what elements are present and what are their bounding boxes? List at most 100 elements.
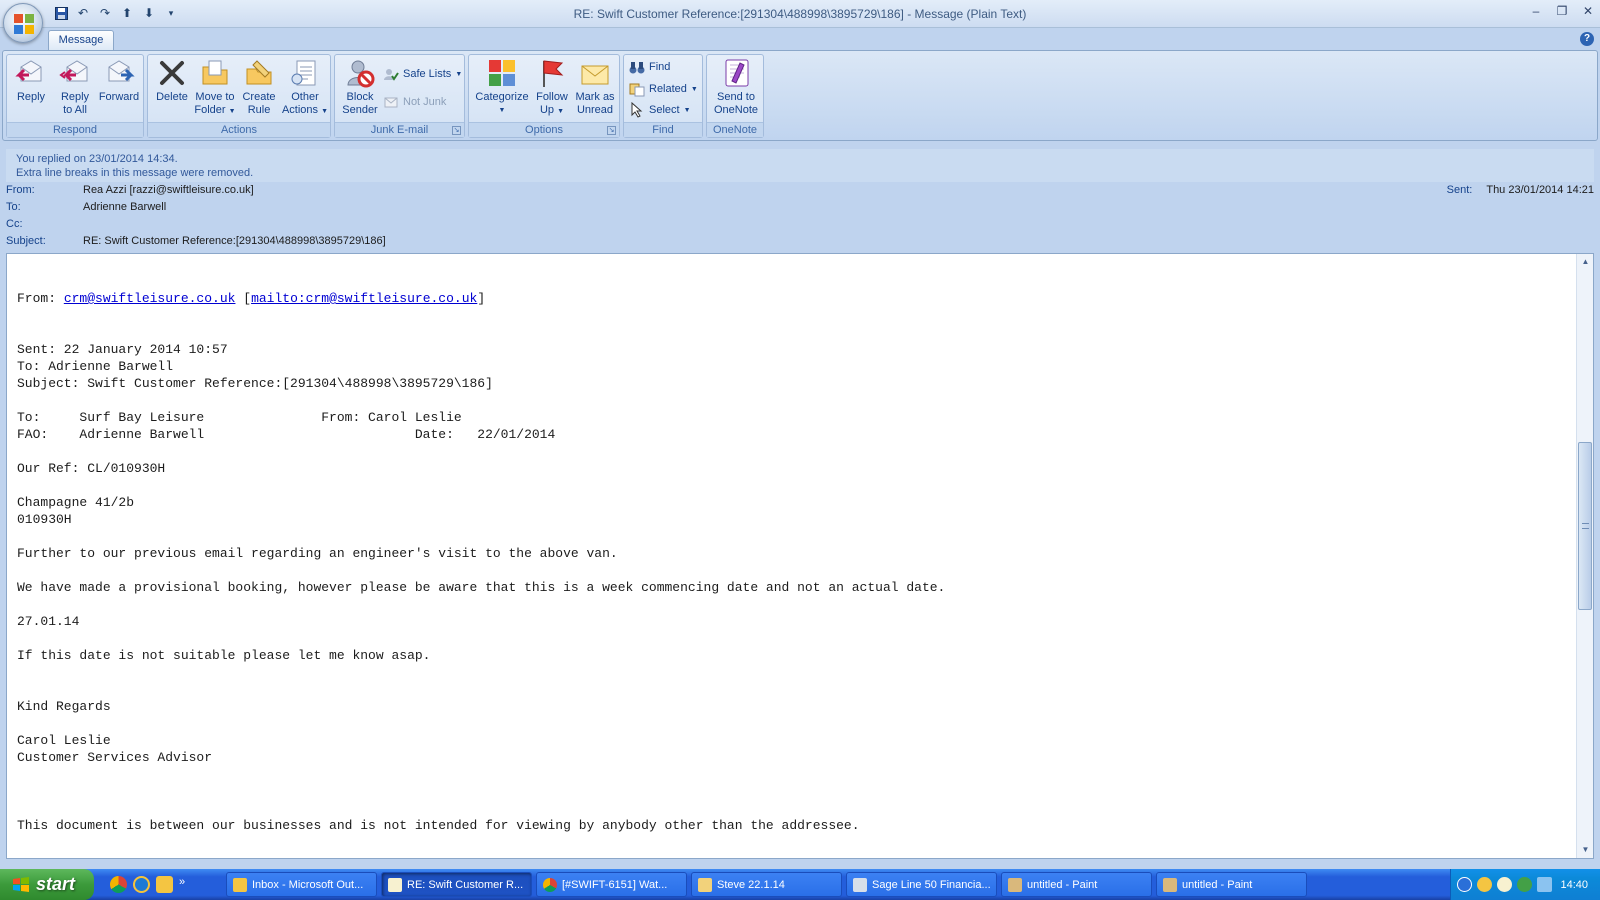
info-replied: You replied on 23/01/2014 14:34. xyxy=(16,153,178,165)
system-tray: 14:40 xyxy=(1450,869,1600,900)
clock[interactable]: 14:40 xyxy=(1560,879,1588,891)
group-options: Categorize ▼ Follow Up ▼ Mark as Unread … xyxy=(468,54,620,138)
mail-tray-icon[interactable] xyxy=(1497,877,1512,892)
message-body[interactable]: From: crm@swiftleisure.co.uk [mailto:crm… xyxy=(6,253,1594,859)
create-rule-button[interactable]: Create Rule xyxy=(237,57,281,121)
folder-icon xyxy=(698,877,712,892)
cc-label: Cc: xyxy=(6,218,23,230)
not-junk-button[interactable]: Not Junk xyxy=(383,93,446,111)
body-line: To: Adrienne Barwell xyxy=(17,359,174,374)
chrome-icon[interactable] xyxy=(110,876,127,893)
ie-icon[interactable] xyxy=(133,876,150,893)
body-line xyxy=(17,681,1567,698)
related-button[interactable]: Related ▼ xyxy=(629,80,698,98)
paint-icon xyxy=(1008,877,1022,892)
tray-expand-icon[interactable] xyxy=(1457,877,1472,892)
info-bar[interactable]: You replied on 23/01/2014 14:34. Extra l… xyxy=(6,149,1594,182)
taskbar-item[interactable]: untitled - Paint xyxy=(1156,872,1307,897)
send-to-onenote-button[interactable]: Send to OneNote xyxy=(709,57,763,121)
categorize-icon xyxy=(489,60,515,86)
email-link[interactable]: crm@swiftleisure.co.uk xyxy=(64,291,236,306)
reply-all-icon xyxy=(59,60,88,82)
delete-button[interactable]: Delete xyxy=(151,57,193,121)
body-line: To: Surf Bay Leisure From: Carol Leslie xyxy=(17,410,462,425)
create-rule-icon xyxy=(246,60,272,85)
chrome-icon xyxy=(543,877,557,892)
options-dialog-launcher-icon[interactable]: ↘ xyxy=(607,126,616,135)
related-icon xyxy=(629,83,645,97)
group-find: Find Related ▼ Select ▼ Find xyxy=(623,54,703,138)
sent-value: Thu 23/01/2014 14:21 xyxy=(1486,184,1594,196)
subject-label: Subject: xyxy=(6,235,46,247)
outlook-tray-icon[interactable] xyxy=(1477,877,1492,892)
body-from-line: From: crm@swiftleisure.co.uk [mailto:crm… xyxy=(17,291,486,306)
reply-all-button[interactable]: Reply to All xyxy=(53,57,97,121)
from-value[interactable]: Rea Azzi [razzi@swiftleisure.co.uk] xyxy=(83,184,254,201)
body-line xyxy=(17,664,1567,681)
body-line xyxy=(17,562,1567,579)
taskbar-item[interactable]: Steve 22.1.14 xyxy=(691,872,842,897)
body-line: If this date is not suitable please let … xyxy=(17,648,431,663)
categorize-button[interactable]: Categorize ▼ xyxy=(472,57,532,121)
body-line xyxy=(17,443,1567,460)
body-line xyxy=(17,834,1567,851)
body-line: 27.01.14 xyxy=(17,614,80,629)
body-line xyxy=(17,392,1567,409)
help-icon[interactable]: ? xyxy=(1580,32,1594,46)
from-label: From: xyxy=(6,184,35,196)
taskbar-item[interactable]: RE: Swift Customer R... xyxy=(381,872,532,897)
find-button[interactable]: Find xyxy=(629,58,670,76)
select-button[interactable]: Select ▼ xyxy=(629,101,691,119)
minimize-icon[interactable]: – xyxy=(1530,4,1542,18)
forward-button[interactable]: Forward xyxy=(97,57,141,121)
taskbar-item[interactable]: [#SWIFT-6151] Wat... xyxy=(536,872,687,897)
close-icon[interactable]: ✕ xyxy=(1582,4,1594,18)
quick-launch: » xyxy=(110,876,185,893)
taskbar-item[interactable]: untitled - Paint xyxy=(1001,872,1152,897)
quick-launch-more-icon[interactable]: » xyxy=(179,876,185,893)
move-to-folder-button[interactable]: Move to Folder ▼ xyxy=(193,57,237,121)
ribbon-tabstrip: Message ? xyxy=(0,28,1600,51)
safe-lists-icon xyxy=(384,69,399,81)
group-label-find: Find xyxy=(624,122,702,137)
body-line: Carol Leslie xyxy=(17,733,111,748)
mark-as-unread-button[interactable]: Mark as Unread xyxy=(572,57,618,121)
scroll-down-icon[interactable]: ▼ xyxy=(1577,842,1593,858)
tab-message[interactable]: Message xyxy=(48,30,114,51)
body-line: This document is between our businesses … xyxy=(17,818,860,833)
status-tray-icon[interactable] xyxy=(1517,877,1532,892)
scroll-up-icon[interactable]: ▲ xyxy=(1577,254,1593,270)
scroll-thumb[interactable] xyxy=(1578,442,1592,610)
outlook-icon[interactable] xyxy=(156,876,173,893)
group-respond: Reply Reply to All Forward Respond xyxy=(6,54,144,138)
start-button[interactable]: start xyxy=(0,869,94,900)
reply-button[interactable]: Reply xyxy=(11,57,51,121)
office-button[interactable] xyxy=(3,3,43,43)
body-line xyxy=(17,766,1567,783)
follow-up-button[interactable]: Follow Up ▼ xyxy=(532,57,572,121)
junk-dialog-launcher-icon[interactable]: ↘ xyxy=(452,126,461,135)
follow-up-flag-icon xyxy=(543,60,564,87)
group-onenote: Send to OneNote OneNote xyxy=(706,54,764,138)
mailto-link[interactable]: mailto:crm@swiftleisure.co.uk xyxy=(251,291,477,306)
body-line: FAO: Adrienne Barwell Date: 22/01/2014 xyxy=(17,427,556,442)
block-sender-button[interactable]: Block Sender xyxy=(338,57,382,121)
network-tray-icon[interactable] xyxy=(1537,877,1552,892)
taskbar-item[interactable]: Inbox - Microsoft Out... xyxy=(226,872,377,897)
paint-icon xyxy=(1163,877,1177,892)
to-label: To: xyxy=(6,201,21,213)
vertical-scrollbar[interactable]: ▲ ▼ xyxy=(1576,254,1593,858)
windows-flag-icon xyxy=(13,876,29,892)
delete-icon xyxy=(160,61,184,85)
sage-icon xyxy=(853,877,867,892)
taskbar-item[interactable]: Sage Line 50 Financia... xyxy=(846,872,997,897)
body-line xyxy=(17,477,1567,494)
body-line: Champagne 41/2b xyxy=(17,495,135,510)
safe-lists-button[interactable]: Safe Lists ▼ xyxy=(383,65,462,83)
other-actions-button[interactable]: Other Actions ▼ xyxy=(281,57,329,121)
office-logo-icon xyxy=(14,14,34,34)
restore-icon[interactable]: ❐ xyxy=(1556,4,1568,18)
to-value[interactable]: Adrienne Barwell xyxy=(83,201,166,218)
body-line xyxy=(17,715,1567,732)
not-junk-icon xyxy=(384,97,398,108)
